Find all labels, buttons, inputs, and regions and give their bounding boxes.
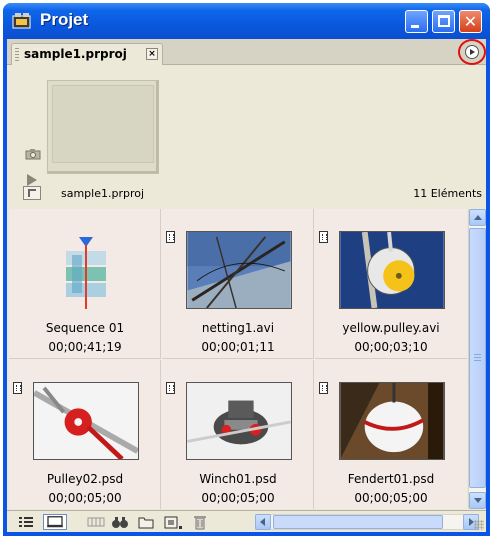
minimize-button[interactable] (405, 10, 428, 33)
yellow-pulley-thumbnail (339, 231, 445, 309)
pulley02-thumbnail (33, 382, 139, 460)
vertical-scrollbar[interactable] (468, 209, 486, 509)
tab-label: sample1.prproj (24, 47, 127, 61)
grid-item[interactable]: Sequence 01 00;00;41;19 (9, 209, 161, 359)
info-row: sample1.prproj 11 Eléments (7, 182, 486, 204)
project-window: Projet ✕ sample1.prproj × sample1.prproj… (3, 3, 490, 536)
scroll-down-button[interactable] (469, 492, 486, 509)
maximize-icon (438, 15, 450, 27)
bottom-toolbar (7, 510, 486, 532)
close-button[interactable]: ✕ (459, 10, 482, 33)
resize-grip-icon[interactable] (474, 520, 484, 530)
poster-frame-camera-icon[interactable] (25, 148, 41, 160)
winch01-thumbnail (186, 382, 292, 460)
grid-item[interactable]: yellow.pulley.avi 00;00;03;10 (315, 209, 467, 359)
project-name: sample1.prproj (61, 187, 145, 200)
item-duration: 00;00;41;19 (48, 340, 122, 354)
item-name: Winch01.psd (199, 472, 277, 486)
preview-area (7, 66, 486, 186)
grid-item[interactable]: netting1.avi 00;00;01;11 (162, 209, 314, 359)
item-duration: 00;00;03;10 (354, 340, 428, 354)
close-icon: ✕ (463, 12, 478, 31)
new-bin-icon[interactable] (137, 514, 155, 530)
scroll-left-button[interactable] (255, 514, 271, 530)
scroll-up-button[interactable] (469, 209, 486, 226)
netting-thumbnail (186, 231, 292, 309)
item-duration: 00;00;05;00 (48, 491, 122, 505)
grid-item[interactable]: Winch01.psd 00;00;05;00 (162, 360, 314, 509)
item-duration: 00;00;05;00 (201, 491, 275, 505)
grid-item[interactable]: Fendert01.psd 00;00;05;00 (315, 360, 467, 509)
film-icon (166, 382, 175, 394)
item-name: Sequence 01 (45, 321, 125, 335)
minimize-icon (411, 25, 419, 28)
tab-close-button[interactable]: × (146, 48, 158, 60)
horizontal-scroll-thumb[interactable] (273, 515, 443, 529)
item-name: Fendert01.psd (347, 472, 435, 486)
preview-image (52, 85, 154, 163)
icon-view-icon[interactable] (43, 514, 67, 530)
film-icon (166, 231, 175, 243)
horizontal-scrollbar[interactable] (255, 514, 479, 530)
maximize-button[interactable] (432, 10, 455, 33)
fender01-thumbnail (339, 382, 445, 460)
item-duration: 00;00;01;11 (201, 340, 275, 354)
window-title: Projet (40, 10, 89, 29)
item-count: 11 Eléments (413, 187, 482, 200)
title-bar[interactable]: Projet ✕ (3, 3, 490, 39)
tab-bar: sample1.prproj × (7, 39, 486, 65)
premiere-project-icon (12, 13, 31, 29)
grid-item[interactable]: Pulley02.psd 00;00;05;00 (9, 360, 161, 509)
item-duration: 00;00;05;00 (354, 491, 428, 505)
item-name: netting1.avi (201, 321, 275, 335)
parent-folder-icon[interactable] (23, 186, 41, 200)
automate-to-sequence-icon[interactable] (87, 514, 105, 530)
panel-body: sample1.prproj × sample1.prproj 11 Eléme… (7, 39, 486, 532)
film-icon (319, 231, 328, 243)
new-item-icon[interactable] (163, 514, 185, 530)
scroll-thumb[interactable] (469, 228, 486, 488)
highlight-circle (458, 39, 486, 65)
preview-thumbnail (47, 80, 159, 174)
item-name: yellow.pulley.avi (342, 321, 440, 335)
find-icon[interactable] (111, 514, 129, 530)
item-name: Pulley02.psd (46, 472, 124, 486)
list-view-icon[interactable] (17, 514, 35, 530)
film-icon (13, 382, 22, 394)
drag-grip-icon[interactable] (15, 48, 19, 61)
sequence-icon (66, 237, 106, 309)
film-icon (319, 382, 328, 394)
delete-icon[interactable] (191, 514, 209, 530)
tab-sample1[interactable]: sample1.prproj × (11, 43, 163, 65)
item-grid: Sequence 01 00;00;41;19 netting1.avi 00;… (9, 209, 467, 509)
